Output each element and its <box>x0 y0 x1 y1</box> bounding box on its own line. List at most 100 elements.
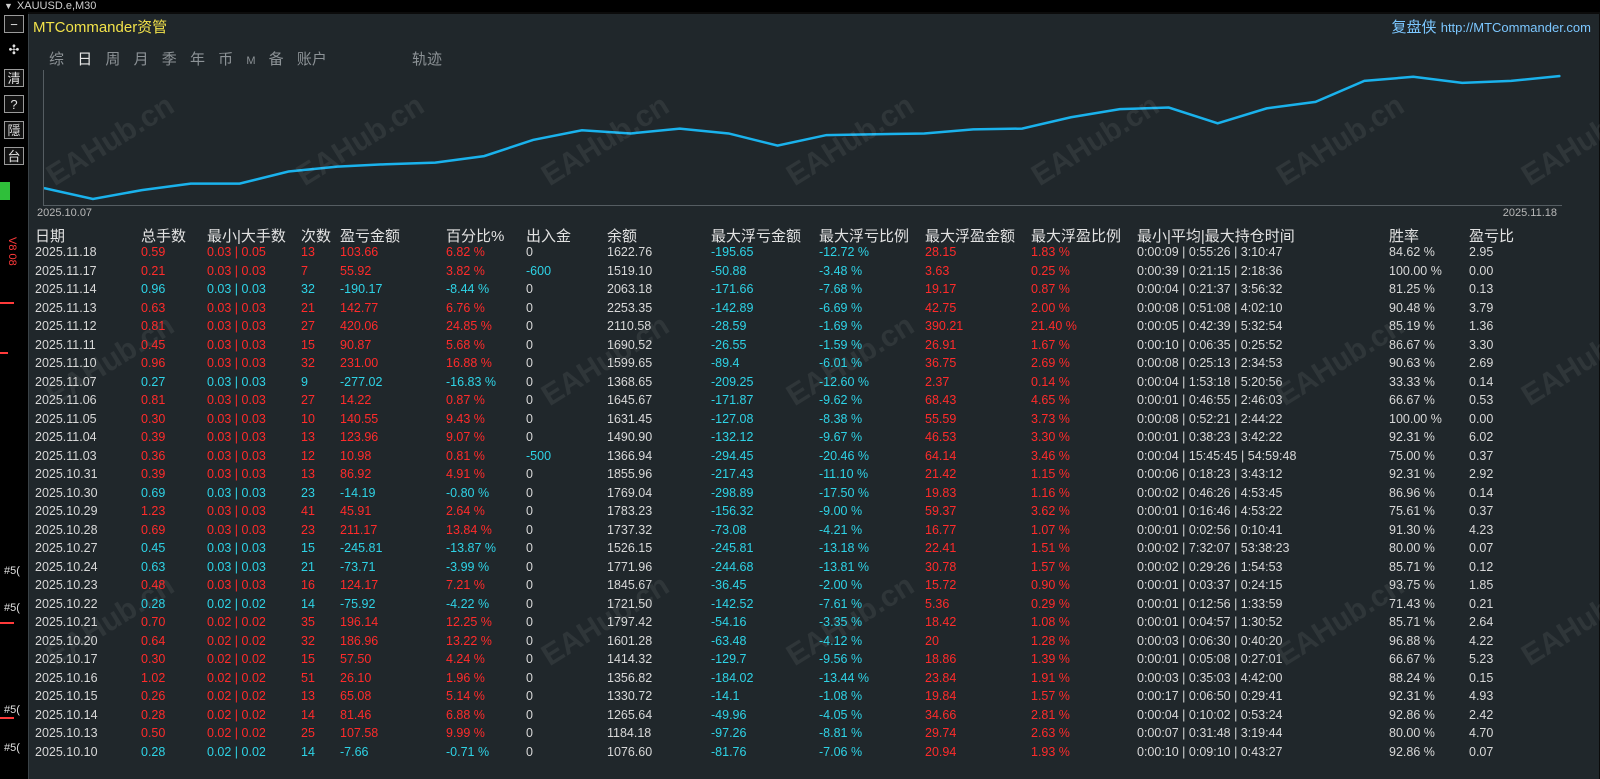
table-cell: 0.15 <box>1469 670 1494 685</box>
equity-point <box>92 198 94 200</box>
table-row[interactable]: 2025.11.04 0.39 0.03 | 0.03 13 123.96 9.07 % 0… <box>29 430 1599 449</box>
hide-button[interactable]: 隱 <box>4 121 24 139</box>
column-header[interactable]: 日期 <box>35 225 65 246</box>
table-cell: -127.08 <box>711 411 754 426</box>
table-row[interactable]: 2025.10.22 0.28 0.02 | 0.02 14 -75.92 -4.22 %… <box>29 597 1599 616</box>
dropdown-triangle-icon[interactable]: ▼ <box>4 0 13 12</box>
tab-quarter[interactable]: 季 <box>162 48 177 69</box>
table-cell: 1076.60 <box>607 744 653 759</box>
table-row[interactable]: 2025.10.16 1.02 0.02 | 0.02 51 26.10 1.96 % 0 1… <box>29 671 1599 690</box>
table-cell: 0.14 <box>1469 374 1494 389</box>
table-row[interactable]: 2025.10.21 0.70 0.02 | 0.02 35 196.14 12.25 %… <box>29 615 1599 634</box>
column-header[interactable]: 出入金 <box>526 225 571 246</box>
table-cell: -209.25 <box>711 374 754 389</box>
table-row[interactable]: 2025.10.20 0.64 0.02 | 0.02 32 186.96 13.22 %… <box>29 634 1599 653</box>
table-row[interactable]: 2025.10.23 0.48 0.03 | 0.03 16 124.17 7.21 % 0… <box>29 578 1599 597</box>
table-cell: 0.14 % <box>1031 374 1070 389</box>
table-row[interactable]: 2025.11.03 0.36 0.03 | 0.03 12 10.98 0.81 % -5… <box>29 449 1599 468</box>
tab-day[interactable]: 日 <box>77 48 92 69</box>
table-row[interactable]: 2025.11.12 0.81 0.03 | 0.03 27 420.06 24.85 %… <box>29 319 1599 338</box>
table-cell: 0.63 <box>141 300 166 315</box>
table-cell: 1737.32 <box>607 522 653 537</box>
table-cell: 0.02 | 0.02 <box>207 670 266 685</box>
table-cell: 0.13 <box>1469 282 1494 296</box>
table-row[interactable]: 2025.11.05 0.30 0.03 | 0.03 10 140.55 9.43 % 0… <box>29 412 1599 431</box>
table-row[interactable]: 2025.11.13 0.63 0.03 | 0.03 21 142.77 6.76 % 0… <box>29 301 1599 320</box>
brand-url[interactable]: http://MTCommander.com <box>1441 20 1591 35</box>
table-cell: 65.08 <box>340 689 372 703</box>
equity-point <box>1363 80 1366 82</box>
equity-point <box>141 189 143 191</box>
table-cell: 0:00:02 | 0:46:26 | 4:53:45 <box>1137 485 1283 500</box>
column-header[interactable]: 最大浮亏金额 <box>711 225 801 246</box>
brand-link[interactable]: 复盘侠 http://MTCommander.com <box>1392 16 1591 37</box>
table-row[interactable]: 2025.10.10 0.28 0.02 | 0.02 14 -7.66 -0.71 % 0… <box>29 745 1599 764</box>
table-row[interactable]: 2025.11.14 0.96 0.03 | 0.03 32 -190.17 -8.44 … <box>29 282 1599 301</box>
table-row[interactable]: 2025.10.30 0.69 0.03 | 0.03 23 -14.19 -0.80 %… <box>29 486 1599 505</box>
table-cell: 0.50 <box>141 726 166 740</box>
column-header[interactable]: 余额 <box>607 225 637 246</box>
column-header[interactable]: 最小|大手数 <box>207 225 286 246</box>
column-header[interactable]: 最大浮盈比例 <box>1031 225 1121 246</box>
table-cell: 0.02 | 0.02 <box>207 596 266 611</box>
table-row[interactable]: 2025.11.18 0.59 0.03 | 0.05 13 103.66 6.82 % 0… <box>29 245 1599 264</box>
table-cell: 21 <box>301 300 315 315</box>
tab-currency[interactable]: 币 <box>218 48 233 69</box>
tab-account[interactable]: 账户 <box>297 48 327 69</box>
table-cell: 93.75 % <box>1389 578 1435 592</box>
table-row[interactable]: 2025.10.24 0.63 0.03 | 0.03 21 -73.71 -3.99 %… <box>29 560 1599 579</box>
table-row[interactable]: 2025.11.17 0.21 0.03 | 0.03 7 55.92 3.82 % -60… <box>29 264 1599 283</box>
table-cell: 1414.32 <box>607 652 653 666</box>
column-header[interactable]: 最大浮盈金额 <box>925 225 1015 246</box>
table-cell: 1631.45 <box>607 411 653 426</box>
tab-notes[interactable]: 备 <box>269 48 284 69</box>
table-row[interactable]: 2025.11.10 0.96 0.03 | 0.03 32 231.00 16.88 %… <box>29 356 1599 375</box>
table-row[interactable]: 2025.11.06 0.81 0.03 | 0.03 27 14.22 0.87 % 0 1… <box>29 393 1599 412</box>
clear-button[interactable]: 清 <box>4 69 24 87</box>
table-row[interactable]: 2025.10.28 0.69 0.03 | 0.03 23 211.17 13.84 %… <box>29 523 1599 542</box>
column-header[interactable]: 胜率 <box>1389 225 1419 246</box>
equity-point <box>825 134 828 136</box>
restore-button[interactable]: 台 <box>4 147 24 165</box>
table-row[interactable]: 2025.11.07 0.27 0.03 | 0.03 9 -277.02 -16.83 … <box>29 375 1599 394</box>
table-cell: 85.19 % <box>1389 319 1435 333</box>
table-cell: 0 <box>526 374 533 389</box>
table-row[interactable]: 2025.11.11 0.45 0.03 | 0.03 15 90.87 5.68 % 0 1… <box>29 338 1599 357</box>
table-row[interactable]: 2025.10.29 1.23 0.03 | 0.03 41 45.91 2.64 % 0 1… <box>29 504 1599 523</box>
equity-point <box>1119 108 1121 110</box>
table-cell: 196.14 <box>340 615 379 629</box>
table-row[interactable]: 2025.10.15 0.26 0.02 | 0.02 13 65.08 5.14 % 0 1… <box>29 689 1599 708</box>
column-header[interactable]: 最小|平均|最大持仓时间 <box>1137 225 1295 246</box>
minimize-button[interactable]: − <box>4 15 24 33</box>
column-header[interactable]: 百分比% <box>446 225 504 246</box>
table-cell: 0.28 <box>141 596 166 611</box>
tab-summary[interactable]: 综 <box>49 48 64 69</box>
tab-m[interactable]: M <box>246 55 255 67</box>
table-cell: 6.76 % <box>446 300 485 315</box>
column-header[interactable]: 总手数 <box>141 225 186 246</box>
table-row[interactable]: 2025.10.17 0.30 0.02 | 0.02 15 57.50 4.24 % 0 1… <box>29 652 1599 671</box>
tab-year[interactable]: 年 <box>190 48 205 69</box>
table-cell: 23.84 <box>925 670 957 685</box>
column-header[interactable]: 次数 <box>301 225 331 246</box>
table-cell: 1.28 % <box>1031 633 1070 648</box>
table-row[interactable]: 2025.10.13 0.50 0.02 | 0.02 25 107.58 9.99 % 0… <box>29 726 1599 745</box>
column-header[interactable]: 最大浮亏比例 <box>819 225 909 246</box>
help-button[interactable]: ? <box>4 95 24 113</box>
column-header[interactable]: 盈亏金额 <box>340 225 400 246</box>
tab-track[interactable]: 轨迹 <box>412 48 442 69</box>
table-cell: 0:00:08 | 0:52:21 | 2:44:22 <box>1137 411 1283 426</box>
table-row[interactable]: 2025.10.27 0.45 0.03 | 0.03 15 -245.81 -13.87… <box>29 541 1599 560</box>
table-cell: -50.88 <box>711 263 747 278</box>
table-cell: 1769.04 <box>607 485 653 500</box>
move-icon[interactable]: ✣ <box>4 41 24 59</box>
table-cell: 1.51 % <box>1031 541 1070 555</box>
tab-week[interactable]: 周 <box>105 48 120 69</box>
table-cell: -2.00 % <box>819 578 863 592</box>
table-cell: 19.84 <box>925 689 957 703</box>
table-cell: 0 <box>526 504 533 518</box>
table-row[interactable]: 2025.10.31 0.39 0.03 | 0.03 13 86.92 4.91 % 0 1… <box>29 467 1599 486</box>
table-row[interactable]: 2025.10.14 0.28 0.02 | 0.02 14 81.46 6.88 % 0 1… <box>29 708 1599 727</box>
column-header[interactable]: 盈亏比 <box>1469 225 1514 246</box>
tab-month[interactable]: 月 <box>134 48 149 69</box>
